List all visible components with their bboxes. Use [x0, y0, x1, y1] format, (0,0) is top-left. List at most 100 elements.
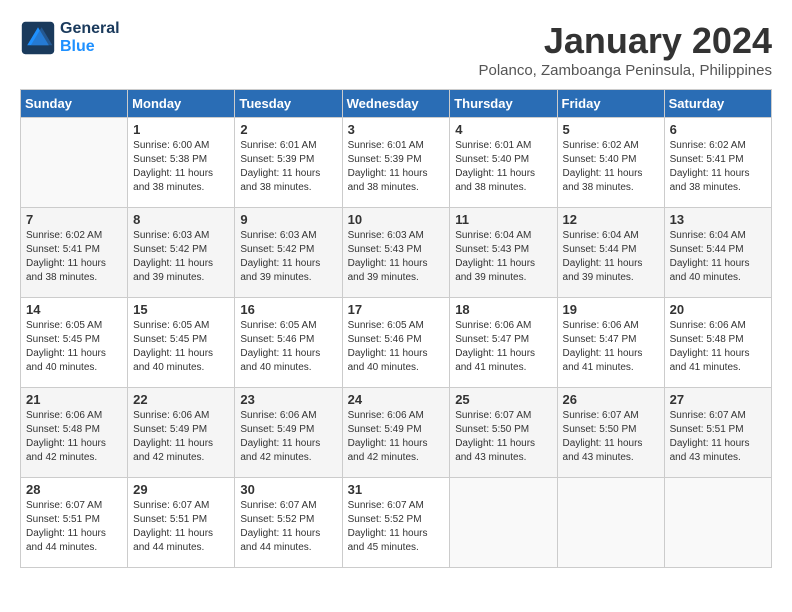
weekday-header: Wednesday [342, 90, 450, 118]
day-info: Sunrise: 6:04 AMSunset: 5:43 PMDaylight:… [455, 229, 551, 285]
day-info: Sunrise: 6:06 AMSunset: 5:49 PMDaylight:… [348, 409, 445, 465]
day-number: 2 [240, 122, 336, 137]
calendar-week: 28 Sunrise: 6:07 AMSunset: 5:51 PMDayligh… [21, 478, 772, 568]
day-info: Sunrise: 6:07 AMSunset: 5:52 PMDaylight:… [348, 499, 445, 555]
calendar-cell: 28 Sunrise: 6:07 AMSunset: 5:51 PMDayligh… [21, 478, 128, 568]
weekday-header: Monday [128, 90, 235, 118]
weekday-header: Friday [557, 90, 664, 118]
calendar-body: 1 Sunrise: 6:00 AMSunset: 5:38 PMDaylight… [21, 118, 772, 568]
calendar-cell: 25 Sunrise: 6:07 AMSunset: 5:50 PMDayligh… [450, 388, 557, 478]
day-number: 24 [348, 392, 445, 407]
day-number: 12 [563, 212, 659, 227]
day-number: 13 [670, 212, 766, 227]
day-info: Sunrise: 6:07 AMSunset: 5:51 PMDaylight:… [670, 409, 766, 465]
calendar-cell: 20 Sunrise: 6:06 AMSunset: 5:48 PMDayligh… [664, 298, 771, 388]
calendar-cell [450, 478, 557, 568]
calendar-week: 14 Sunrise: 6:05 AMSunset: 5:45 PMDayligh… [21, 298, 772, 388]
calendar-cell [664, 478, 771, 568]
calendar-week: 1 Sunrise: 6:00 AMSunset: 5:38 PMDaylight… [21, 118, 772, 208]
day-number: 19 [563, 302, 659, 317]
day-info: Sunrise: 6:06 AMSunset: 5:47 PMDaylight:… [455, 319, 551, 375]
logo-text: General Blue [60, 20, 120, 56]
day-number: 27 [670, 392, 766, 407]
day-info: Sunrise: 6:06 AMSunset: 5:49 PMDaylight:… [240, 409, 336, 465]
day-info: Sunrise: 6:05 AMSunset: 5:45 PMDaylight:… [26, 319, 122, 375]
day-info: Sunrise: 6:05 AMSunset: 5:45 PMDaylight:… [133, 319, 229, 375]
weekday-header: Thursday [450, 90, 557, 118]
calendar-cell: 24 Sunrise: 6:06 AMSunset: 5:49 PMDayligh… [342, 388, 450, 478]
day-info: Sunrise: 6:06 AMSunset: 5:49 PMDaylight:… [133, 409, 229, 465]
calendar-cell: 13 Sunrise: 6:04 AMSunset: 5:44 PMDayligh… [664, 208, 771, 298]
day-number: 20 [670, 302, 766, 317]
day-info: Sunrise: 6:04 AMSunset: 5:44 PMDaylight:… [670, 229, 766, 285]
calendar-cell: 6 Sunrise: 6:02 AMSunset: 5:41 PMDaylight… [664, 118, 771, 208]
day-number: 8 [133, 212, 229, 227]
calendar-cell: 16Sunrise: 6:05 AMSunset: 5:46 PMDayligh… [235, 298, 342, 388]
day-info: Sunrise: 6:07 AMSunset: 5:51 PMDaylight:… [26, 499, 122, 555]
calendar-cell: 31 Sunrise: 6:07 AMSunset: 5:52 PMDayligh… [342, 478, 450, 568]
calendar-cell: 14 Sunrise: 6:05 AMSunset: 5:45 PMDayligh… [21, 298, 128, 388]
day-number: 25 [455, 392, 551, 407]
day-number: 26 [563, 392, 659, 407]
calendar-cell: 21Sunrise: 6:06 AMSunset: 5:48 PMDayligh… [21, 388, 128, 478]
day-info: Sunrise: 6:03 AMSunset: 5:43 PMDaylight:… [348, 229, 445, 285]
calendar-cell: 17Sunrise: 6:05 AMSunset: 5:46 PMDayligh… [342, 298, 450, 388]
calendar-cell: 8 Sunrise: 6:03 AMSunset: 5:42 PMDaylight… [128, 208, 235, 298]
day-number: 1 [133, 122, 229, 137]
calendar-cell: 22 Sunrise: 6:06 AMSunset: 5:49 PMDayligh… [128, 388, 235, 478]
day-number: 9 [240, 212, 336, 227]
calendar-cell: 5 Sunrise: 6:02 AMSunset: 5:40 PMDaylight… [557, 118, 664, 208]
calendar-cell: 12 Sunrise: 6:04 AMSunset: 5:44 PMDayligh… [557, 208, 664, 298]
day-info: Sunrise: 6:02 AMSunset: 5:40 PMDaylight:… [563, 139, 659, 195]
day-number: 3 [348, 122, 445, 137]
weekday-header: Tuesday [235, 90, 342, 118]
day-number: 5 [563, 122, 659, 137]
logo: General Blue [20, 20, 120, 56]
day-number: 21 [26, 392, 122, 407]
day-info: Sunrise: 6:01 AMSunset: 5:39 PMDaylight:… [348, 139, 445, 195]
day-number: 18 [455, 302, 551, 317]
weekday-header: Sunday [21, 90, 128, 118]
day-number: 31 [348, 482, 445, 497]
calendar-cell: 23 Sunrise: 6:06 AMSunset: 5:49 PMDayligh… [235, 388, 342, 478]
calendar-cell: 30Sunrise: 6:07 AMSunset: 5:52 PMDayligh… [235, 478, 342, 568]
calendar-cell: 9Sunrise: 6:03 AMSunset: 5:42 PMDaylight… [235, 208, 342, 298]
day-info: Sunrise: 6:01 AMSunset: 5:40 PMDaylight:… [455, 139, 551, 195]
day-number: 10 [348, 212, 445, 227]
calendar-week: 7 Sunrise: 6:02 AMSunset: 5:41 PMDaylight… [21, 208, 772, 298]
day-number: 29 [133, 482, 229, 497]
title-block: January 2024 Polanco, Zamboanga Peninsul… [478, 20, 772, 79]
day-number: 15 [133, 302, 229, 317]
calendar-cell: 7 Sunrise: 6:02 AMSunset: 5:41 PMDaylight… [21, 208, 128, 298]
day-number: 30 [240, 482, 336, 497]
day-info: Sunrise: 6:06 AMSunset: 5:47 PMDaylight:… [563, 319, 659, 375]
day-number: 6 [670, 122, 766, 137]
calendar-header: SundayMondayTuesdayWednesdayThursdayFrid… [21, 90, 772, 118]
day-info: Sunrise: 6:00 AMSunset: 5:38 PMDaylight:… [133, 139, 229, 195]
day-number: 28 [26, 482, 122, 497]
day-info: Sunrise: 6:01 AMSunset: 5:39 PMDaylight:… [240, 139, 336, 195]
day-info: Sunrise: 6:05 AMSunset: 5:46 PMDaylight:… [240, 319, 336, 375]
month-title: January 2024 [478, 20, 772, 62]
day-number: 22 [133, 392, 229, 407]
calendar-cell [21, 118, 128, 208]
calendar-week: 21Sunrise: 6:06 AMSunset: 5:48 PMDayligh… [21, 388, 772, 478]
day-info: Sunrise: 6:02 AMSunset: 5:41 PMDaylight:… [26, 229, 122, 285]
day-number: 23 [240, 392, 336, 407]
day-number: 7 [26, 212, 122, 227]
day-info: Sunrise: 6:07 AMSunset: 5:50 PMDaylight:… [455, 409, 551, 465]
day-info: Sunrise: 6:03 AMSunset: 5:42 PMDaylight:… [133, 229, 229, 285]
day-info: Sunrise: 6:06 AMSunset: 5:48 PMDaylight:… [670, 319, 766, 375]
day-info: Sunrise: 6:07 AMSunset: 5:50 PMDaylight:… [563, 409, 659, 465]
calendar-cell: 29 Sunrise: 6:07 AMSunset: 5:51 PMDayligh… [128, 478, 235, 568]
calendar-cell: 26 Sunrise: 6:07 AMSunset: 5:50 PMDayligh… [557, 388, 664, 478]
calendar-cell: 11Sunrise: 6:04 AMSunset: 5:43 PMDayligh… [450, 208, 557, 298]
day-number: 14 [26, 302, 122, 317]
day-info: Sunrise: 6:04 AMSunset: 5:44 PMDaylight:… [563, 229, 659, 285]
calendar-cell: 10 Sunrise: 6:03 AMSunset: 5:43 PMDayligh… [342, 208, 450, 298]
calendar-table: SundayMondayTuesdayWednesdayThursdayFrid… [20, 89, 772, 568]
calendar-cell: 4Sunrise: 6:01 AMSunset: 5:40 PMDaylight… [450, 118, 557, 208]
calendar-cell: 1 Sunrise: 6:00 AMSunset: 5:38 PMDaylight… [128, 118, 235, 208]
day-info: Sunrise: 6:07 AMSunset: 5:51 PMDaylight:… [133, 499, 229, 555]
day-info: Sunrise: 6:02 AMSunset: 5:41 PMDaylight:… [670, 139, 766, 195]
